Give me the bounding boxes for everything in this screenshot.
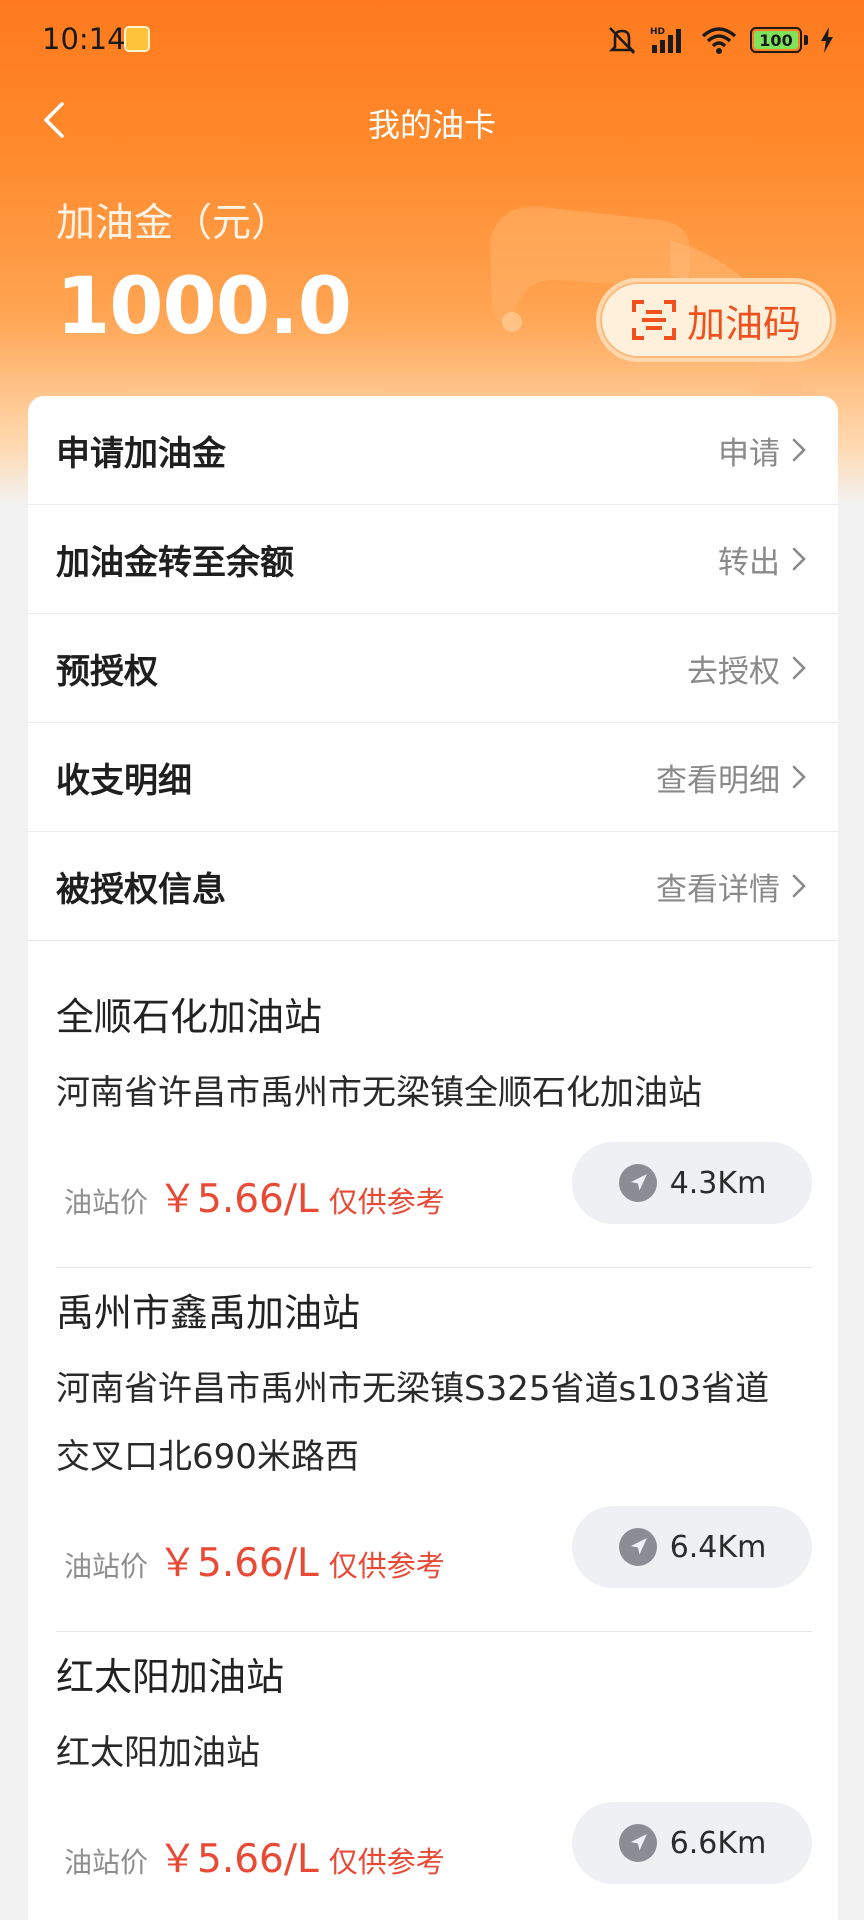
navigate-button[interactable]: 6.4Km (572, 1506, 812, 1588)
menu-label: 收支明细 (56, 760, 192, 801)
svg-text:HD: HD (650, 27, 665, 37)
station-list: 全顺石化加油站 河南省许昌市禹州市无梁镇全顺石化加油站 油站价 ￥5.66/L … (28, 942, 838, 1920)
battery-cap (804, 35, 808, 45)
menu-action: 去授权 (687, 653, 780, 690)
station-price-line: 油站价 ￥5.66/L 仅供参考 (64, 1828, 445, 1884)
price-label: 油站价 (64, 1550, 149, 1583)
station-name: 禹州市鑫禹加油站 (56, 1291, 361, 1335)
station-price-line: 油站价 ￥5.66/L 仅供参考 (64, 1532, 445, 1588)
navigation-arrow-icon (618, 1164, 657, 1202)
fuel-code-button[interactable]: 加油码 (596, 278, 836, 362)
station-price: ￥5.66/L (158, 1541, 319, 1586)
page-title: 我的油卡 (367, 106, 496, 144)
status-icons: HD 100 (606, 24, 834, 56)
menu-row-preauth[interactable]: 预授权 去授权 (28, 614, 838, 723)
wifi-icon (701, 27, 737, 54)
navigation-arrow-icon (618, 1824, 657, 1862)
station-price: ￥5.66/L (158, 1837, 319, 1882)
price-note: 仅供参考 (328, 1549, 445, 1583)
mute-bell-icon (608, 27, 636, 54)
chevron-right-icon (792, 656, 806, 680)
battery-level: 100 (759, 30, 793, 50)
navigate-button[interactable]: 4.3Km (572, 1142, 812, 1224)
chevron-right-icon (792, 765, 806, 789)
station-address-line-1: 河南省许昌市禹州市无梁镇S325省道s103省道 (56, 1369, 770, 1409)
nav-bar: 我的油卡 (0, 84, 864, 156)
fund-amount: 1000.0 (56, 262, 352, 352)
menu-row-statement[interactable]: 收支明细 查看明细 (28, 723, 838, 832)
battery-icon: 100 (750, 27, 802, 53)
menu-label: 被授权信息 (56, 869, 226, 910)
menu-label: 预授权 (56, 651, 158, 692)
menu-action: 查看详情 (656, 871, 780, 908)
chevron-right-icon (792, 438, 806, 462)
charging-icon (821, 27, 833, 53)
price-note: 仅供参考 (328, 1845, 445, 1879)
menu-action: 转出 (718, 544, 780, 581)
notification-app-icon (124, 26, 150, 52)
station-address: 红太阳加油站 (56, 1733, 260, 1773)
station-price-line: 油站价 ￥5.66/L 仅供参考 (64, 1168, 445, 1224)
signal-icon: HD (650, 27, 681, 53)
menu-row-authorized-info[interactable]: 被授权信息 查看详情 (28, 832, 838, 941)
divider (56, 1267, 812, 1268)
chevron-right-icon (792, 874, 806, 898)
navigation-arrow-icon (618, 1528, 657, 1566)
price-note: 仅供参考 (328, 1185, 445, 1219)
chevron-right-icon (792, 547, 806, 571)
menu-action: 查看明细 (656, 762, 780, 799)
station-item[interactable]: 红太阳加油站 红太阳加油站 (56, 1646, 812, 1787)
scan-icon (631, 300, 676, 340)
menu-card: 申请加油金 申请 加油金转至余额 转出 预授权 去授权 收支明细 查看明细 被授… (28, 396, 838, 942)
status-time: 10:14 (42, 22, 126, 56)
price-label: 油站价 (64, 1846, 149, 1879)
menu-row-apply[interactable]: 申请加油金 申请 (28, 396, 838, 505)
station-name: 红太阳加油站 (56, 1655, 285, 1699)
station-name: 全顺石化加油站 (56, 995, 323, 1039)
menu-action: 申请 (718, 435, 780, 472)
fuel-code-label: 加油码 (686, 301, 801, 346)
menu-label: 申请加油金 (56, 433, 226, 474)
station-item[interactable]: 禹州市鑫禹加油站 河南省许昌市禹州市无梁镇S325省道s103省道 交叉口北69… (56, 1282, 812, 1491)
station-address: 河南省许昌市禹州市无梁镇全顺石化加油站 (56, 1073, 702, 1113)
station-price: ￥5.66/L (158, 1177, 319, 1222)
price-label: 油站价 (64, 1186, 149, 1219)
station-address-line-2: 交叉口北690米路西 (56, 1437, 359, 1477)
station-distance: 6.4Km (669, 1529, 767, 1565)
station-item[interactable]: 全顺石化加油站 河南省许昌市禹州市无梁镇全顺石化加油站 (56, 986, 812, 1127)
menu-row-transfer[interactable]: 加油金转至余额 转出 (28, 505, 838, 614)
navigate-button[interactable]: 6.6Km (572, 1802, 812, 1884)
divider (56, 1631, 812, 1632)
station-distance: 6.6Km (669, 1825, 767, 1861)
fund-label: 加油金（元） (56, 201, 291, 246)
menu-label: 加油金转至余额 (56, 542, 294, 583)
station-distance: 4.3Km (669, 1165, 767, 1201)
status-bar: 10:14 HD 100 (0, 0, 864, 80)
